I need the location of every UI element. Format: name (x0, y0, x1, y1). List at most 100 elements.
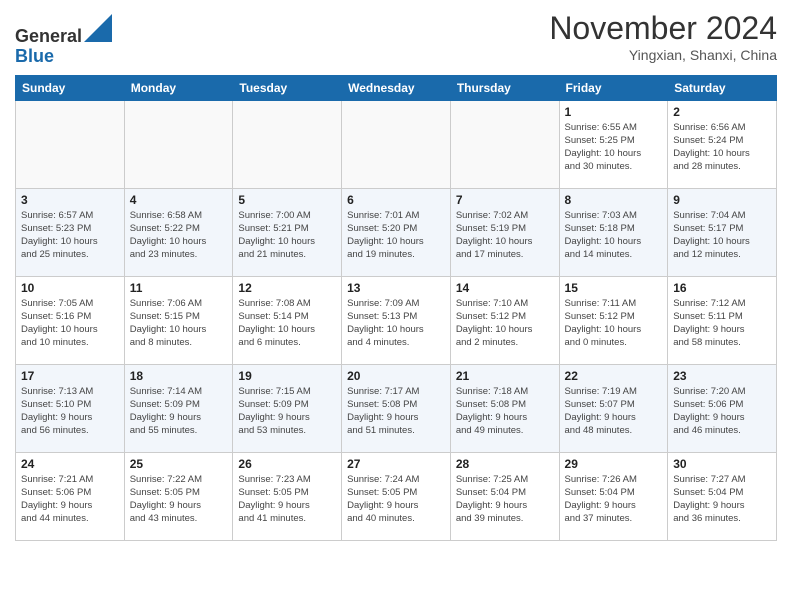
day-info: Sunrise: 7:04 AMSunset: 5:17 PMDaylight:… (673, 209, 771, 262)
day-info: Sunrise: 6:55 AMSunset: 5:25 PMDaylight:… (565, 121, 663, 174)
day-number: 7 (456, 193, 554, 207)
day-cell: 20Sunrise: 7:17 AMSunset: 5:08 PMDayligh… (342, 364, 451, 452)
day-number: 26 (238, 457, 336, 471)
day-number: 24 (21, 457, 119, 471)
day-number: 8 (565, 193, 663, 207)
day-info: Sunrise: 7:09 AMSunset: 5:13 PMDaylight:… (347, 297, 445, 350)
day-cell (342, 100, 451, 188)
day-cell: 28 Sunrise: 7:25 AMSunset: 5:04 PMDayligh… (450, 452, 559, 540)
day-info: Sunrise: 7:18 AMSunset: 5:08 PMDaylight:… (456, 385, 554, 438)
day-cell (450, 100, 559, 188)
day-info: Sunrise: 7:00 AMSunset: 5:21 PMDaylight:… (238, 209, 336, 262)
calendar-table: SundayMondayTuesdayWednesdayThursdayFrid… (15, 75, 777, 541)
day-number: 5 (238, 193, 336, 207)
week-row-3: 10 Sunrise: 7:05 AMSunset: 5:16 PMDayligh… (16, 276, 777, 364)
day-cell: 22 Sunrise: 7:19 AMSunset: 5:07 PMDayligh… (559, 364, 668, 452)
day-number: 17 (21, 369, 119, 383)
day-cell: 8 Sunrise: 7:03 AMSunset: 5:18 PMDaylight… (559, 188, 668, 276)
day-info: Sunrise: 7:22 AMSunset: 5:05 PMDaylight:… (130, 473, 228, 526)
day-number: 29 (565, 457, 663, 471)
day-info: Sunrise: 7:13 AMSunset: 5:10 PMDaylight:… (21, 385, 119, 438)
week-row-4: 17 Sunrise: 7:13 AMSunset: 5:10 PMDayligh… (16, 364, 777, 452)
day-cell: 6 Sunrise: 7:01 AMSunset: 5:20 PMDaylight… (342, 188, 451, 276)
week-row-5: 24Sunrise: 7:21 AMSunset: 5:06 PMDayligh… (16, 452, 777, 540)
day-cell: 27 Sunrise: 7:24 AMSunset: 5:05 PMDayligh… (342, 452, 451, 540)
day-cell (124, 100, 233, 188)
month-title: November 2024 (549, 10, 777, 47)
day-info: Sunrise: 7:05 AMSunset: 5:16 PMDaylight:… (21, 297, 119, 350)
logo-general: General (15, 26, 82, 46)
day-number: 27 (347, 457, 445, 471)
logo-blue: Blue (15, 46, 54, 66)
day-cell (233, 100, 342, 188)
day-number: 4 (130, 193, 228, 207)
day-info: Sunrise: 6:57 AMSunset: 5:23 PMDaylight:… (21, 209, 119, 262)
day-number: 1 (565, 105, 663, 119)
day-cell: 15Sunrise: 7:11 AMSunset: 5:12 PMDayligh… (559, 276, 668, 364)
day-info: Sunrise: 7:14 AMSunset: 5:09 PMDaylight:… (130, 385, 228, 438)
day-number: 10 (21, 281, 119, 295)
day-info: Sunrise: 7:15 AMSunset: 5:09 PMDaylight:… (238, 385, 336, 438)
day-cell: 11Sunrise: 7:06 AMSunset: 5:15 PMDayligh… (124, 276, 233, 364)
day-number: 11 (130, 281, 228, 295)
day-cell: 21 Sunrise: 7:18 AMSunset: 5:08 PMDayligh… (450, 364, 559, 452)
day-cell: 19 Sunrise: 7:15 AMSunset: 5:09 PMDayligh… (233, 364, 342, 452)
day-cell: 9 Sunrise: 7:04 AMSunset: 5:17 PMDaylight… (668, 188, 777, 276)
day-info: Sunrise: 7:02 AMSunset: 5:19 PMDaylight:… (456, 209, 554, 262)
day-number: 21 (456, 369, 554, 383)
page-header: General Blue November 2024 Yingxian, Sha… (15, 10, 777, 67)
day-number: 15 (565, 281, 663, 295)
day-number: 6 (347, 193, 445, 207)
day-number: 23 (673, 369, 771, 383)
logo-text: General Blue (15, 14, 112, 67)
day-number: 20 (347, 369, 445, 383)
day-info: Sunrise: 7:12 AMSunset: 5:11 PMDaylight:… (673, 297, 771, 350)
weekday-header-friday: Friday (559, 75, 668, 100)
day-number: 30 (673, 457, 771, 471)
day-cell: 12Sunrise: 7:08 AMSunset: 5:14 PMDayligh… (233, 276, 342, 364)
day-cell: 10 Sunrise: 7:05 AMSunset: 5:16 PMDayligh… (16, 276, 125, 364)
day-cell: 1 Sunrise: 6:55 AMSunset: 5:25 PMDaylight… (559, 100, 668, 188)
day-cell (16, 100, 125, 188)
day-cell: 17 Sunrise: 7:13 AMSunset: 5:10 PMDayligh… (16, 364, 125, 452)
day-cell: 24Sunrise: 7:21 AMSunset: 5:06 PMDayligh… (16, 452, 125, 540)
day-number: 28 (456, 457, 554, 471)
day-number: 18 (130, 369, 228, 383)
day-cell: 13 Sunrise: 7:09 AMSunset: 5:13 PMDayligh… (342, 276, 451, 364)
day-cell: 26Sunrise: 7:23 AMSunset: 5:05 PMDayligh… (233, 452, 342, 540)
day-cell: 2Sunrise: 6:56 AMSunset: 5:24 PMDaylight… (668, 100, 777, 188)
logo: General Blue (15, 14, 112, 67)
day-number: 14 (456, 281, 554, 295)
day-cell: 16Sunrise: 7:12 AMSunset: 5:11 PMDayligh… (668, 276, 777, 364)
weekday-header-wednesday: Wednesday (342, 75, 451, 100)
day-info: Sunrise: 7:01 AMSunset: 5:20 PMDaylight:… (347, 209, 445, 262)
location: Yingxian, Shanxi, China (549, 47, 777, 63)
day-info: Sunrise: 7:20 AMSunset: 5:06 PMDaylight:… (673, 385, 771, 438)
day-number: 13 (347, 281, 445, 295)
day-info: Sunrise: 7:26 AMSunset: 5:04 PMDaylight:… (565, 473, 663, 526)
week-row-1: 1 Sunrise: 6:55 AMSunset: 5:25 PMDaylight… (16, 100, 777, 188)
day-info: Sunrise: 6:56 AMSunset: 5:24 PMDaylight:… (673, 121, 771, 174)
day-cell: 14 Sunrise: 7:10 AMSunset: 5:12 PMDayligh… (450, 276, 559, 364)
day-number: 9 (673, 193, 771, 207)
title-block: November 2024 Yingxian, Shanxi, China (549, 10, 777, 63)
day-info: Sunrise: 6:58 AMSunset: 5:22 PMDaylight:… (130, 209, 228, 262)
day-cell: 5 Sunrise: 7:00 AMSunset: 5:21 PMDaylight… (233, 188, 342, 276)
day-info: Sunrise: 7:10 AMSunset: 5:12 PMDaylight:… (456, 297, 554, 350)
day-info: Sunrise: 7:24 AMSunset: 5:05 PMDaylight:… (347, 473, 445, 526)
day-number: 22 (565, 369, 663, 383)
day-cell: 3Sunrise: 6:57 AMSunset: 5:23 PMDaylight… (16, 188, 125, 276)
weekday-header-monday: Monday (124, 75, 233, 100)
day-info: Sunrise: 7:19 AMSunset: 5:07 PMDaylight:… (565, 385, 663, 438)
day-cell: 7 Sunrise: 7:02 AMSunset: 5:19 PMDaylight… (450, 188, 559, 276)
day-info: Sunrise: 7:03 AMSunset: 5:18 PMDaylight:… (565, 209, 663, 262)
day-cell: 25Sunrise: 7:22 AMSunset: 5:05 PMDayligh… (124, 452, 233, 540)
weekday-header-saturday: Saturday (668, 75, 777, 100)
weekday-header-row: SundayMondayTuesdayWednesdayThursdayFrid… (16, 75, 777, 100)
logo-icon (84, 14, 112, 42)
day-info: Sunrise: 7:25 AMSunset: 5:04 PMDaylight:… (456, 473, 554, 526)
day-cell: 18 Sunrise: 7:14 AMSunset: 5:09 PMDayligh… (124, 364, 233, 452)
day-number: 19 (238, 369, 336, 383)
day-cell: 30Sunrise: 7:27 AMSunset: 5:04 PMDayligh… (668, 452, 777, 540)
weekday-header-sunday: Sunday (16, 75, 125, 100)
